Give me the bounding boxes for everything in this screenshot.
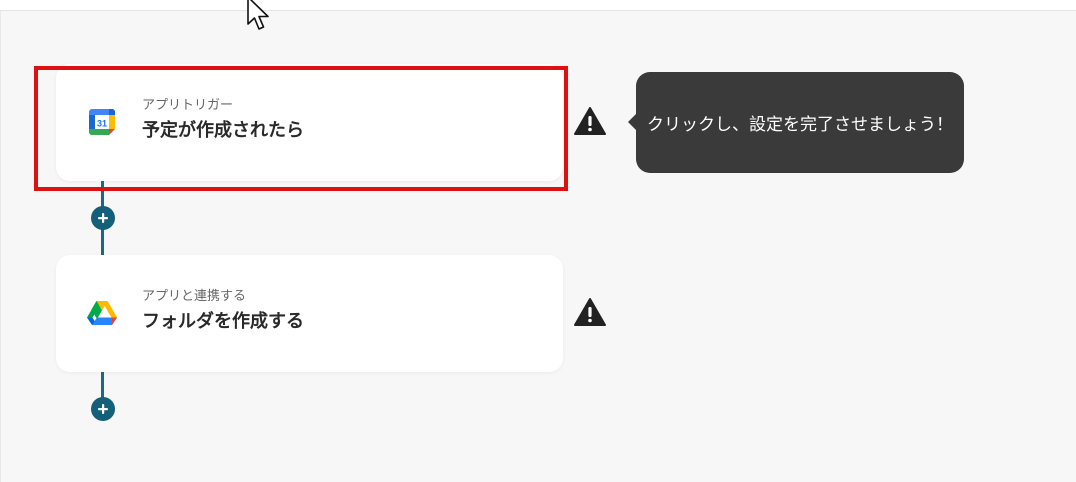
- tooltip-text: クリックし、設定を完了させましょう！: [647, 115, 953, 135]
- google-drive-icon: [87, 301, 117, 325]
- step-subtitle: アプリトリガー: [142, 98, 234, 113]
- canvas-left-border: [0, 10, 1, 482]
- mouse-pointer-icon: [247, 0, 269, 30]
- plus-icon: [98, 404, 108, 414]
- add-step-button[interactable]: [91, 397, 115, 421]
- flow-step-card-trigger[interactable]: 31 アプリトリガー 予定が作成されたら: [56, 64, 563, 181]
- top-toolbar: [0, 0, 1076, 11]
- step-subtitle: アプリと連携する: [142, 289, 247, 304]
- google-calendar-icon: 31: [89, 109, 115, 135]
- plus-icon: [98, 213, 108, 223]
- step-title: 予定が作成されたら: [142, 120, 304, 141]
- warning-icon[interactable]: [573, 106, 607, 136]
- flow-step-card-action[interactable]: アプリと連携する フォルダを作成する: [56, 255, 563, 372]
- warning-icon[interactable]: [573, 297, 607, 327]
- step-title: フォルダを作成する: [142, 311, 304, 332]
- add-step-button[interactable]: [91, 206, 115, 230]
- setup-hint-tooltip: クリックし、設定を完了させましょう！: [628, 72, 964, 173]
- calendar-day-number: 31: [97, 119, 107, 129]
- flow-editor-canvas: 31 アプリトリガー 予定が作成されたら アプリと連携する フォルダを作成する: [0, 0, 1076, 482]
